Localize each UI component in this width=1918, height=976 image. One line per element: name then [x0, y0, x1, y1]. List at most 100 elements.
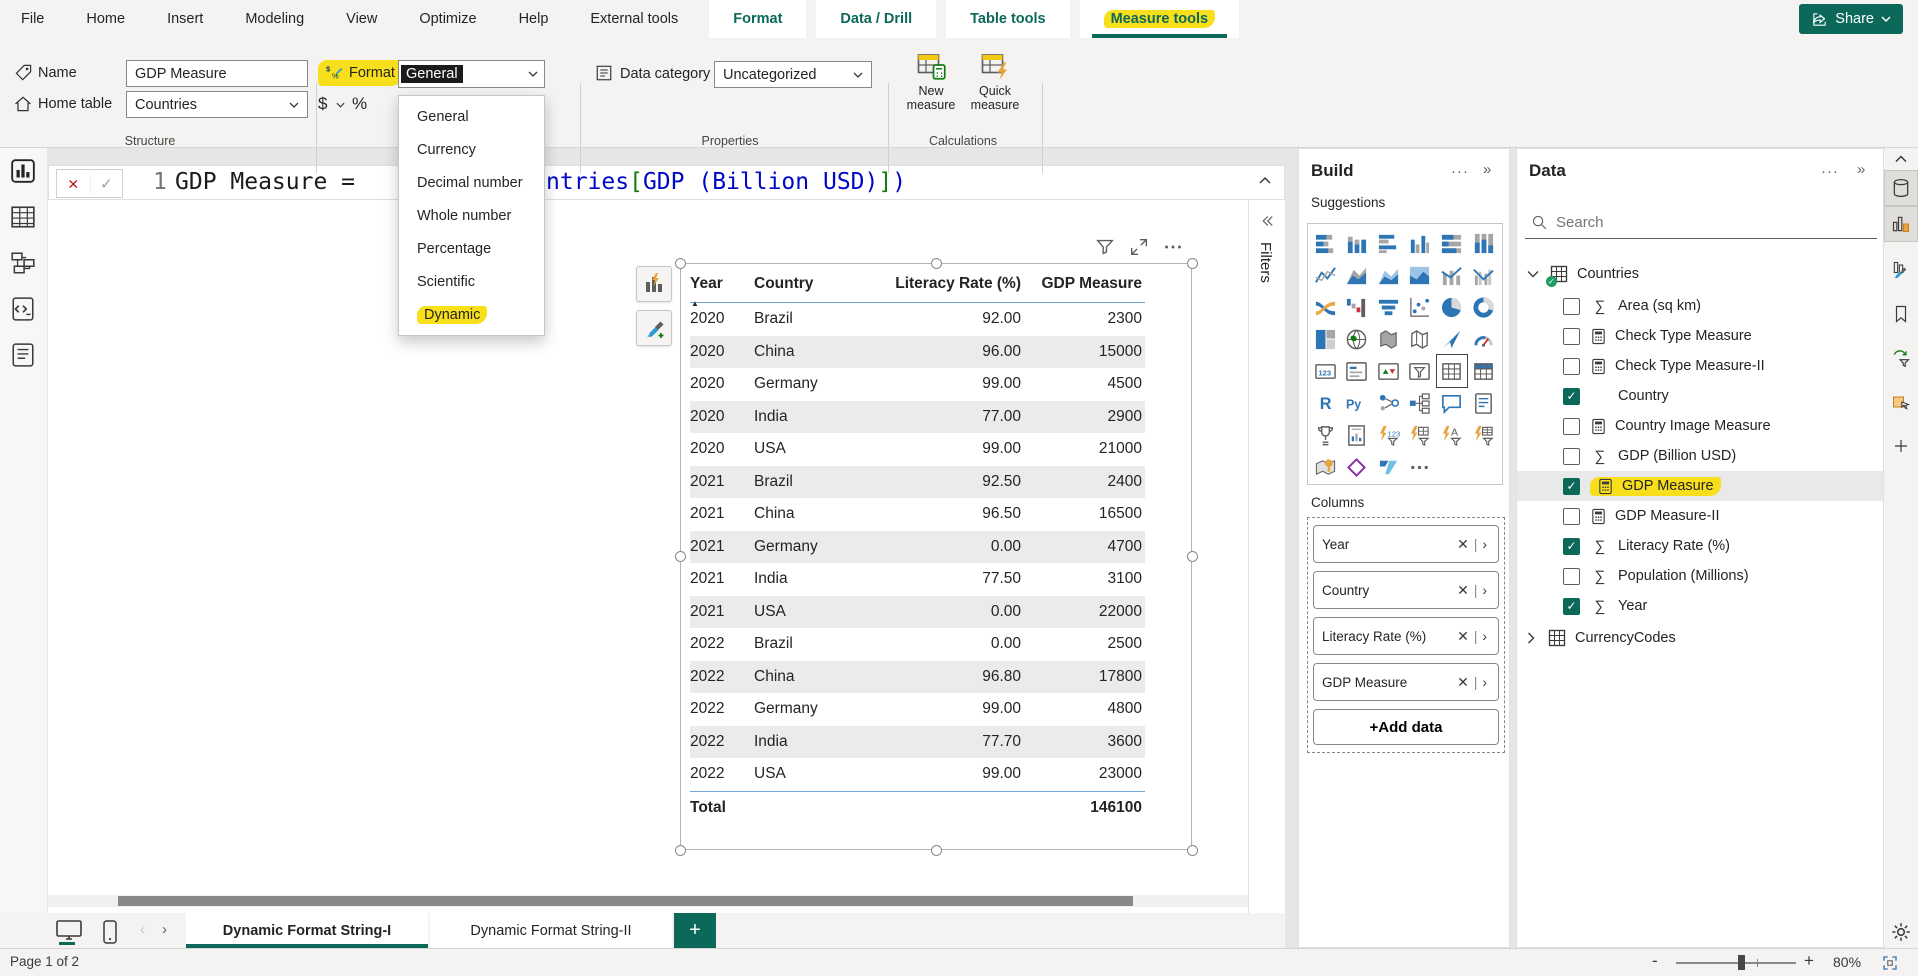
kpi-icon[interactable]	[1373, 355, 1403, 387]
remove-field-icon[interactable]: ✕	[1454, 582, 1472, 599]
key-influencers-icon[interactable]	[1373, 387, 1403, 419]
resize-handle[interactable]	[675, 551, 686, 562]
zoom-slider-track[interactable]	[1676, 962, 1796, 964]
field-checkbox[interactable]	[1563, 328, 1580, 345]
home-table-select[interactable]: Countries	[126, 91, 308, 118]
format-option-general[interactable]: General	[399, 100, 544, 133]
azure-map-icon[interactable]	[1437, 323, 1467, 355]
new-page-button[interactable]: +	[674, 913, 716, 948]
remove-field-icon[interactable]: ✕	[1454, 674, 1472, 691]
bookmarks-pane-icon[interactable]	[1884, 296, 1918, 332]
build-pane-icon[interactable]	[1884, 206, 1918, 242]
contextual-tab-data-drill[interactable]: Data / Drill	[816, 0, 936, 38]
ai-text-filter-icon[interactable]: A	[1437, 419, 1467, 451]
visual-filter-icon[interactable]	[1094, 236, 1118, 260]
focus-mode-icon[interactable]	[1128, 236, 1152, 260]
canvas-horizontal-scrollbar[interactable]	[48, 895, 1248, 907]
decomposition-tree-icon[interactable]	[1405, 387, 1435, 419]
contextual-tab-measure-tools[interactable]: Measure tools	[1080, 0, 1240, 38]
selection-pane-icon[interactable]	[1884, 384, 1918, 420]
gauge-icon[interactable]	[1468, 323, 1498, 355]
analyze-visual-button[interactable]	[636, 266, 672, 302]
data-more-options-icon[interactable]: ···	[1821, 163, 1839, 180]
formula-bar[interactable]: ✕ ✓ 1 GDP Measure = ntries[GDP (Billion …	[48, 165, 1285, 200]
100-stacked-area-chart-icon[interactable]	[1405, 259, 1435, 291]
commit-formula-icon[interactable]: ✓	[90, 174, 123, 194]
format-option-currency[interactable]: Currency	[399, 133, 544, 166]
menu-external-tools[interactable]: External tools	[569, 0, 699, 38]
format-visual-button[interactable]	[636, 310, 672, 346]
field-item-area-sq-km[interactable]: ∑Area (sq km)	[1517, 291, 1883, 321]
dax-query-view-icon[interactable]	[10, 296, 38, 324]
scatter-chart-icon[interactable]	[1405, 291, 1435, 323]
more-visuals-icon[interactable]	[1405, 451, 1435, 483]
format-combobox[interactable]: General	[398, 60, 545, 88]
field-checkbox[interactable]: ✓	[1563, 388, 1580, 405]
table-row[interactable]: 2022Germany99.004800	[690, 693, 1145, 726]
field-checkbox[interactable]	[1563, 448, 1580, 465]
table-row[interactable]: 2022Brazil0.002500	[690, 628, 1145, 661]
field-item-gdp-billion-usd[interactable]: ∑GDP (Billion USD)	[1517, 441, 1883, 471]
column-header-gdp-measure[interactable]: GDP Measure	[1024, 275, 1145, 293]
table-row[interactable]: 2020China96.0015000	[690, 336, 1145, 369]
metrics-icon[interactable]	[1310, 419, 1340, 451]
donut-chart-icon[interactable]	[1468, 291, 1498, 323]
field-checkbox[interactable]: ✓	[1563, 478, 1580, 495]
resize-handle[interactable]	[1187, 258, 1198, 269]
resize-handle[interactable]	[675, 258, 686, 269]
multi-row-card-icon[interactable]	[1342, 355, 1372, 387]
clustered-column-chart-icon[interactable]	[1405, 227, 1435, 259]
menu-home[interactable]: Home	[65, 0, 146, 38]
100-stacked-column-chart-icon[interactable]	[1468, 227, 1498, 259]
build-more-options-icon[interactable]: ···	[1451, 163, 1469, 180]
page-tab-dynamic-format-string-ii[interactable]: Dynamic Format String-II	[430, 913, 672, 948]
arcgis-map-icon[interactable]	[1310, 451, 1340, 483]
resize-handle[interactable]	[675, 845, 686, 856]
power-automate-icon[interactable]	[1373, 451, 1403, 483]
field-options-chevron-icon[interactable]: ›	[1479, 536, 1490, 552]
table-node-countries[interactable]: ✓ Countries	[1517, 259, 1883, 289]
menu-optimize[interactable]: Optimize	[398, 0, 497, 38]
python-visual-icon[interactable]: Py	[1342, 387, 1372, 419]
100-stacked-bar-chart-icon[interactable]	[1437, 227, 1467, 259]
prev-page-icon[interactable]: ‹	[140, 921, 145, 938]
field-item-country[interactable]: ✓Country	[1517, 381, 1883, 411]
zoom-in-button[interactable]: +	[1804, 951, 1814, 971]
more-options-icon[interactable]	[1162, 236, 1186, 260]
field-item-country-image-measure[interactable]: Country Image Measure	[1517, 411, 1883, 441]
field-item-gdp-measure[interactable]: ✓GDP Measure	[1517, 471, 1883, 501]
qa-visual-icon[interactable]	[1437, 387, 1467, 419]
share-button[interactable]: Share	[1799, 4, 1903, 34]
card-icon[interactable]: 123	[1310, 355, 1340, 387]
line-and-clustered-column-chart-icon[interactable]	[1468, 259, 1498, 291]
zoom-slider-thumb[interactable]	[1738, 955, 1745, 970]
field-options-chevron-icon[interactable]: ›	[1479, 582, 1490, 598]
ai-grid-filter-icon[interactable]	[1405, 419, 1435, 451]
table-row[interactable]: 2022India77.703600	[690, 726, 1145, 759]
report-view-icon[interactable]	[10, 158, 38, 186]
table-node-currencycodes[interactable]: CurrencyCodes	[1517, 623, 1883, 653]
stacked-bar-chart-icon[interactable]	[1310, 227, 1340, 259]
menu-insert[interactable]: Insert	[146, 0, 224, 38]
map-icon[interactable]	[1342, 323, 1372, 355]
page-tab-dynamic-format-string-i[interactable]: Dynamic Format String-I	[186, 913, 428, 948]
scrollbar-thumb[interactable]	[118, 896, 1133, 906]
shape-map-icon[interactable]	[1405, 323, 1435, 355]
contextual-tab-format[interactable]: Format	[709, 0, 806, 38]
ai-table-filter-icon[interactable]	[1468, 419, 1498, 451]
ai-quick-measure-icon[interactable]: 123	[1373, 419, 1403, 451]
data-collapse-icon[interactable]: »	[1857, 161, 1865, 178]
model-view-icon[interactable]	[10, 250, 38, 278]
format-option-dynamic[interactable]: Dynamic	[399, 298, 544, 331]
smart-narrative-icon[interactable]	[1468, 387, 1498, 419]
field-well-literacy-rate[interactable]: Literacy Rate (%)✕|›	[1313, 617, 1499, 655]
line-chart-icon[interactable]	[1310, 259, 1340, 291]
pie-chart-icon[interactable]	[1437, 291, 1467, 323]
table-row[interactable]: 2020India77.002900	[690, 401, 1145, 434]
desktop-layout-icon[interactable]	[54, 919, 84, 945]
field-checkbox[interactable]: ✓	[1563, 598, 1580, 615]
table-view-icon[interactable]	[10, 204, 38, 232]
collapse-formula-bar-icon[interactable]	[1258, 176, 1272, 185]
field-well-year[interactable]: Year✕|›	[1313, 525, 1499, 563]
expand-filters-icon[interactable]	[1258, 212, 1276, 230]
